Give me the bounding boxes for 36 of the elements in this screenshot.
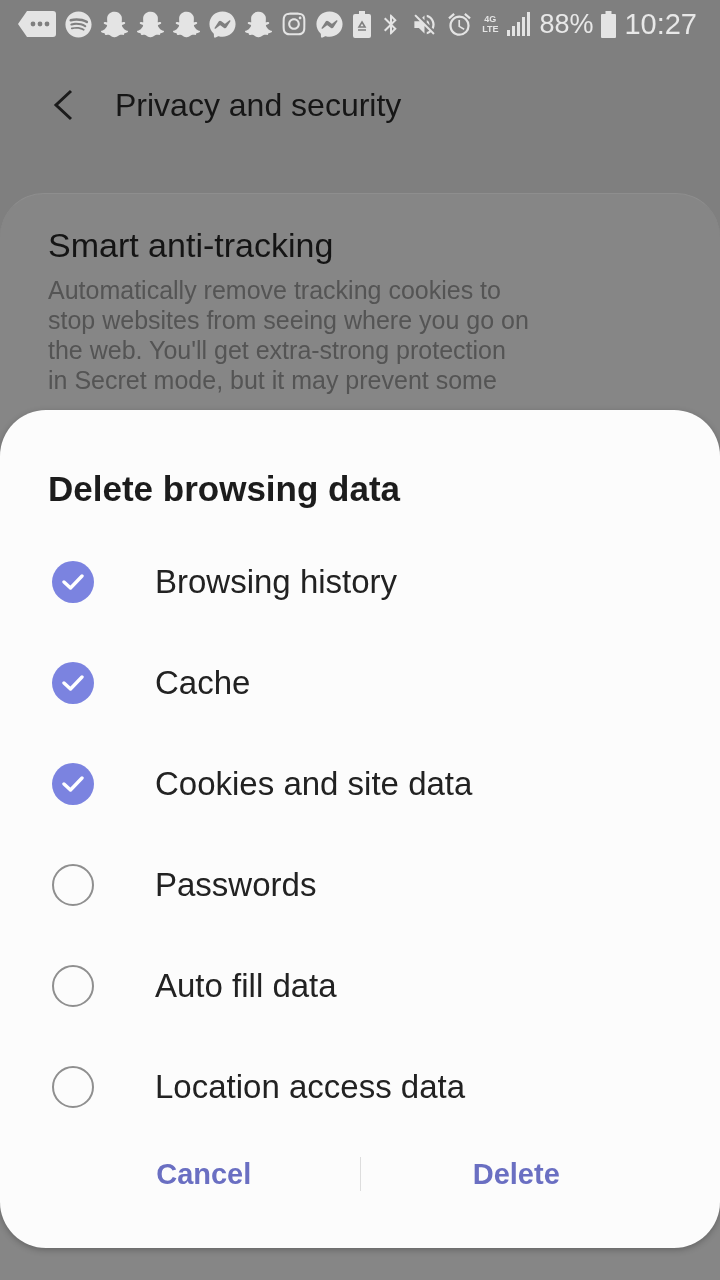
ghost-icon	[137, 10, 164, 38]
chat-bubble-icon	[209, 10, 236, 38]
option-label: Auto fill data	[155, 966, 337, 1005]
checkbox[interactable]	[52, 762, 94, 805]
signal-icon	[507, 12, 532, 36]
check-icon	[62, 775, 84, 792]
dialog-button[interactable]: Cancel	[48, 1144, 360, 1204]
battery-saver-icon	[353, 10, 372, 38]
battery-icon	[601, 10, 617, 38]
option-label: Passwords	[155, 865, 317, 904]
network-type-label: 4G LTE	[481, 14, 500, 34]
option-label: Browsing history	[155, 562, 398, 601]
option-label: Cache	[155, 663, 251, 702]
battery-percent: 88%	[539, 10, 594, 38]
checkbox[interactable]	[52, 560, 94, 603]
check-icon	[62, 573, 84, 590]
clock-time: 10:27	[624, 9, 697, 39]
checkbox[interactable]	[52, 661, 94, 704]
back-icon[interactable]	[52, 89, 74, 121]
alarm-clock-icon	[446, 10, 474, 38]
ghost-icon	[173, 10, 200, 38]
setting-title: Smart anti-tracking	[48, 225, 335, 265]
ellipsis-tag-icon	[18, 11, 56, 37]
dialog-title: Delete browsing data	[48, 468, 402, 510]
check-icon	[62, 674, 84, 691]
chat-bubble-icon	[316, 10, 343, 38]
camera-icon	[281, 11, 307, 37]
page-title: Privacy and security	[115, 86, 402, 124]
ghost-icon	[101, 10, 128, 38]
dialog-button[interactable]: Delete	[360, 1144, 672, 1204]
checkbox[interactable]	[52, 964, 94, 1007]
ghost-icon	[245, 10, 272, 38]
option-label: Cookies and site data	[155, 764, 473, 803]
checkbox[interactable]	[52, 863, 94, 906]
option-label: Location access data	[155, 1067, 466, 1106]
checkbox[interactable]	[52, 1065, 94, 1108]
